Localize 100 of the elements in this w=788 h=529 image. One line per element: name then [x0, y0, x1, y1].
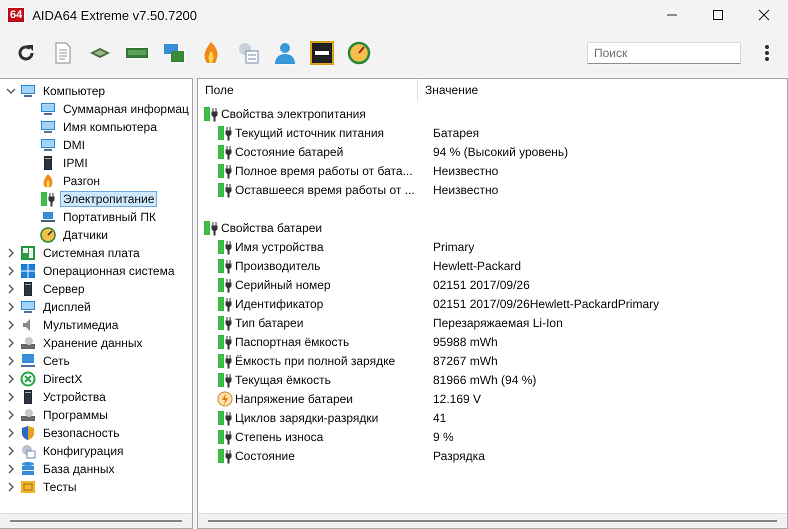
tree-item[interactable]: Сервер [40, 281, 88, 297]
value-cell-text: Неизвестно [432, 164, 498, 178]
tree-item[interactable]: Мультимедиа [40, 317, 122, 333]
chevron-icon[interactable] [6, 320, 16, 330]
more-menu-icon[interactable] [764, 44, 770, 62]
circuit-board-icon [20, 245, 36, 261]
tree-item[interactable]: Портативный ПК [60, 209, 159, 225]
field-cell: Циклов зарядки-разрядки [235, 410, 378, 424]
chevron-icon[interactable] [6, 482, 16, 492]
battery-plug-icon [40, 191, 56, 207]
tree-item[interactable]: Дисплей [40, 299, 94, 315]
field-cell: Состояние [235, 448, 295, 462]
field-cell: Текущий источник питания [235, 126, 384, 140]
battery-plug-icon [217, 428, 233, 444]
field-cell: Оставшееся время работы от ... [235, 182, 415, 196]
tree-item[interactable]: Компьютер [40, 83, 108, 99]
field-cell: Состояние батарей [235, 144, 344, 158]
battery-plug-icon [217, 352, 233, 368]
monitor-icon [20, 299, 36, 315]
chevron-icon[interactable] [6, 248, 16, 258]
tree-item[interactable]: Безопасность [40, 425, 123, 441]
chevron-icon[interactable] [6, 410, 16, 420]
field-cell: Имя устройства [235, 240, 324, 254]
field-cell: Полное время работы от бата... [235, 164, 413, 178]
gauge-icon [40, 227, 56, 243]
tree-item[interactable]: DMI [60, 137, 88, 153]
tree-item[interactable]: Операционная система [40, 263, 178, 279]
horizontal-scrollbar[interactable] [0, 513, 192, 528]
chevron-icon[interactable] [6, 338, 16, 348]
tree-item[interactable]: База данных [40, 461, 118, 477]
battery-plug-icon [217, 238, 233, 254]
tree-item[interactable]: IPMI [60, 155, 91, 171]
tree-item[interactable]: Датчики [60, 227, 111, 243]
maximize-icon[interactable] [712, 9, 724, 21]
field-cell: Паспортная ёмкость [235, 334, 350, 348]
group-title: Свойства электропитания [221, 106, 366, 120]
value-cell-text: 87267 mWh [432, 354, 498, 368]
chevron-icon[interactable] [6, 428, 16, 438]
battery-plug-icon [217, 448, 233, 464]
battery-plug-icon [203, 106, 219, 122]
value-cell-text: 9 % [432, 430, 454, 444]
field-cell: Ёмкость при полной зарядке [235, 354, 396, 368]
battery-plug-icon [217, 296, 233, 312]
tree-item[interactable]: Суммарная информац [60, 101, 192, 117]
chevron-icon[interactable] [6, 464, 16, 474]
battery-plug-icon [217, 182, 233, 198]
column-header[interactable]: Значение [418, 83, 478, 97]
value-cell-text: 81966 mWh (94 %) [432, 372, 536, 386]
chevron-icon[interactable] [6, 446, 16, 456]
battery-plug-icon [203, 220, 219, 236]
close-icon[interactable] [758, 9, 770, 21]
field-cell: Серийный номер [235, 278, 331, 292]
chevron-icon[interactable] [6, 86, 16, 96]
chevron-icon[interactable] [6, 266, 16, 276]
battery-plug-icon [217, 162, 233, 178]
laptop-icon [40, 209, 56, 225]
value-cell-text: 41 [432, 410, 446, 424]
tree-item[interactable]: Сеть [40, 353, 73, 369]
field-cell: Производитель [235, 258, 320, 272]
chevron-icon[interactable] [6, 302, 16, 312]
field-cell: Тип батареи [235, 316, 304, 330]
field-cell: Идентификатор [235, 296, 324, 310]
field-cell: Напряжение батареи [235, 392, 354, 406]
tree-item[interactable]: Имя компьютера [60, 119, 160, 135]
value-cell-text: 95988 mWh [432, 334, 498, 348]
battery-plug-icon [217, 258, 233, 274]
tree-item[interactable]: DirectX [40, 371, 86, 387]
app-logo: 64 [8, 8, 24, 22]
value-cell-text: Hewlett-Packard [432, 258, 522, 272]
search-field[interactable]: Поиск [587, 42, 741, 64]
shield-icon [20, 425, 36, 441]
tree-item[interactable]: Устройства [40, 389, 109, 405]
chevron-icon[interactable] [6, 356, 16, 366]
chevron-icon[interactable] [6, 284, 16, 294]
battery-plug-icon [217, 276, 233, 292]
lightning-icon [217, 390, 233, 406]
chevron-icon[interactable] [6, 374, 16, 384]
battery-plug-icon [217, 314, 233, 330]
group-title: Свойства батареи [221, 220, 322, 234]
tree-item[interactable]: Конфигурация [40, 443, 127, 459]
database-icon [20, 461, 36, 477]
gauge-icon[interactable] [347, 41, 371, 65]
value-cell-text: Неизвестно [432, 182, 498, 196]
battery-plug-icon [217, 124, 233, 140]
tree-item[interactable]: Электропитание [60, 191, 158, 207]
value-cell-text: Разрядка [432, 448, 485, 462]
value-cell-text: 94 % (Высокий уровень) [432, 144, 568, 158]
value-cell-text: 12.169 V [432, 392, 482, 406]
tree-item[interactable]: Тесты [40, 479, 80, 495]
battery-plug-icon [217, 372, 233, 388]
x-circle-icon [20, 371, 36, 387]
tree-item[interactable]: Программы [40, 407, 111, 423]
column-header[interactable]: Поле [198, 79, 418, 101]
person-icon[interactable] [273, 41, 297, 65]
tree-item[interactable]: Хранение данных [40, 335, 146, 351]
horizontal-scrollbar[interactable] [198, 513, 787, 528]
tree-item[interactable]: Разгон [60, 173, 104, 189]
monitor-icon [20, 83, 36, 99]
chevron-icon[interactable] [6, 392, 16, 402]
tree-item[interactable]: Системная плата [40, 245, 143, 261]
